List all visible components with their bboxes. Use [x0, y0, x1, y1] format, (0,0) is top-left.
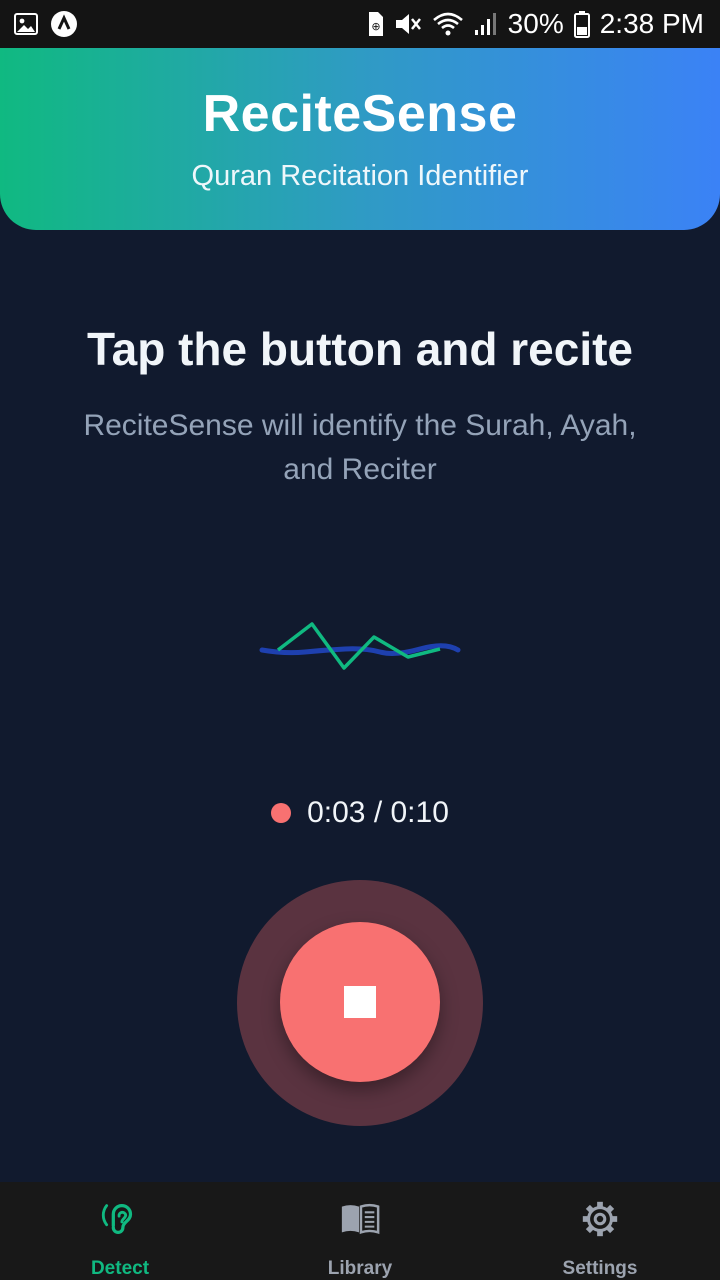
- battery-icon: [573, 11, 590, 38]
- prompt-description: ReciteSense will identify the Surah, Aya…: [83, 409, 637, 486]
- battery-percentage: 30%: [507, 8, 564, 39]
- prompt-title: Tap the button and recite: [86, 323, 634, 375]
- svg-text:⊕: ⊕: [371, 20, 380, 33]
- nav-item-library[interactable]: Library: [240, 1182, 480, 1280]
- book-icon: [341, 1203, 380, 1235]
- bottom-navigation: Detect Library Settings: [0, 1182, 720, 1280]
- recording-indicator-dot: [271, 803, 292, 823]
- clock: 2:38 PM: [599, 8, 704, 39]
- nav-label-detect: Detect: [90, 1258, 150, 1279]
- app-title: ReciteSense: [202, 85, 518, 143]
- nav-label-settings: Settings: [562, 1258, 638, 1279]
- app-header: ReciteSense Quran Recitation Identifier: [0, 48, 720, 230]
- app-launcher-icon: [51, 11, 77, 37]
- timer-text: 0:03 / 0:10: [307, 796, 449, 829]
- recording-timer: 0:03 / 0:10: [0, 796, 720, 830]
- status-left: [14, 10, 78, 38]
- gear-icon: [582, 1201, 618, 1237]
- stop-recording-button[interactable]: [280, 922, 440, 1082]
- nav-item-settings[interactable]: Settings: [480, 1182, 720, 1280]
- ear-icon: [101, 1204, 133, 1234]
- nav-item-detect[interactable]: Detect: [0, 1182, 240, 1280]
- status-bar: ⊕ 30% 2:38 PM: [0, 0, 720, 48]
- waveform-signal: [276, 622, 441, 670]
- mute-icon: [395, 14, 421, 34]
- status-right: ⊕ 30% 2:38 PM: [366, 8, 704, 40]
- nav-label-library: Library: [327, 1258, 393, 1279]
- audio-waveform: [259, 622, 461, 670]
- app-subtitle: Quran Recitation Identifier: [191, 160, 529, 192]
- signal-icon: [474, 13, 496, 35]
- wifi-icon: [432, 12, 463, 36]
- storage-icon: ⊕: [368, 12, 383, 36]
- image-icon: [14, 13, 38, 35]
- stop-icon: [344, 986, 376, 1018]
